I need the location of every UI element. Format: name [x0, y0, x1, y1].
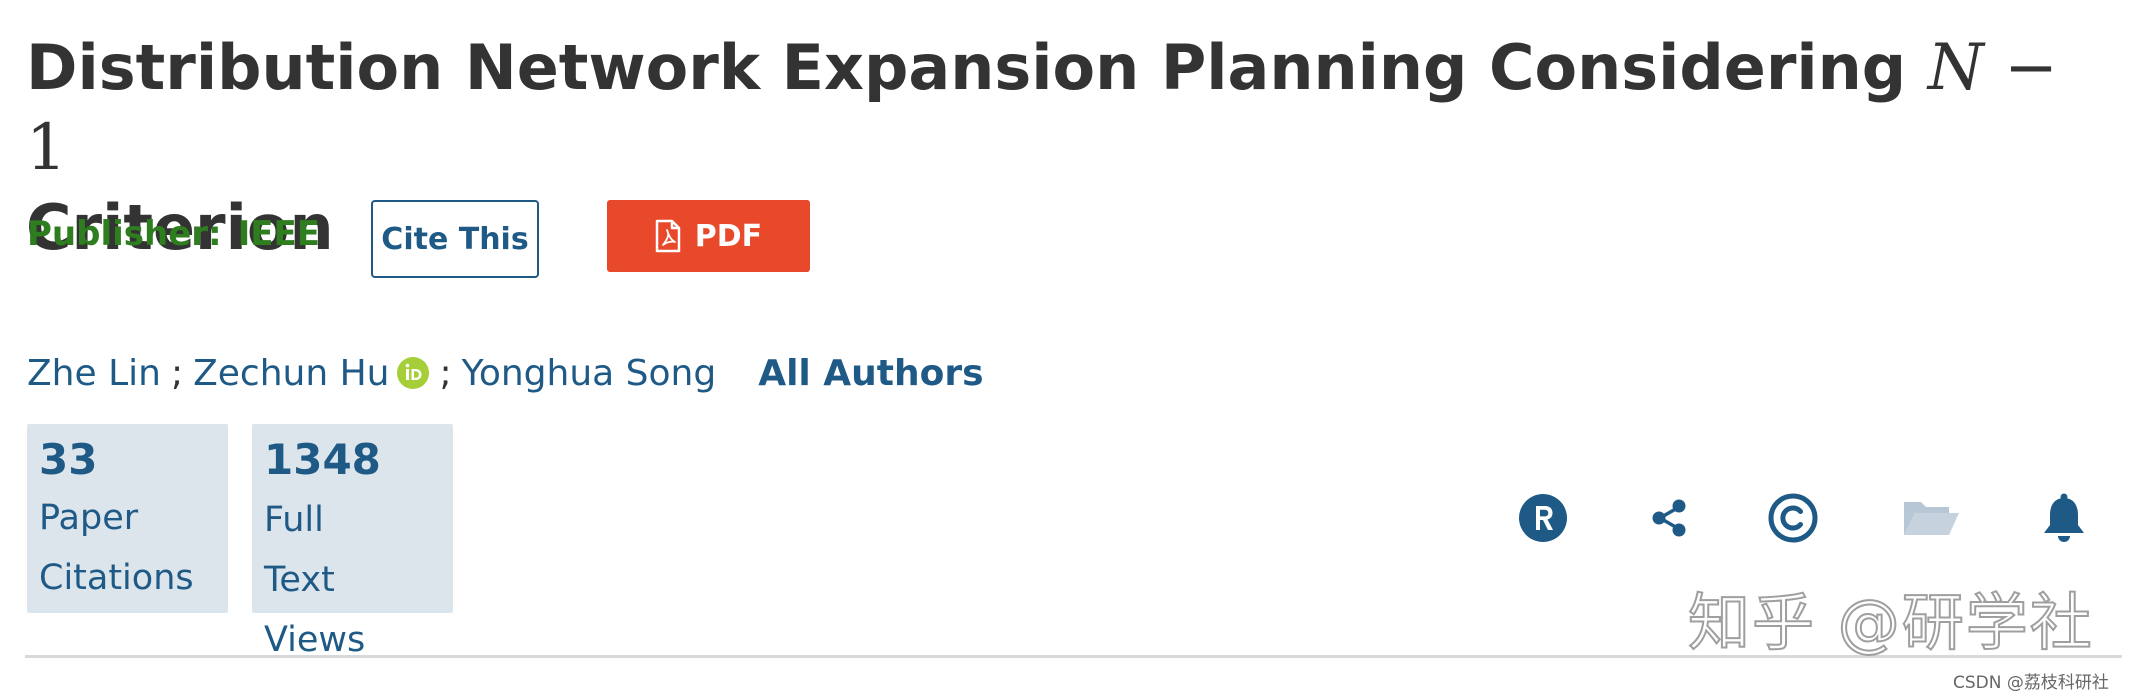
views-count: 1348 — [264, 435, 381, 484]
full-text-views-metric[interactable]: 1348 Full Text Views — [252, 424, 453, 660]
author-link-zechun-hu[interactable]: Zechun Hu — [193, 348, 389, 400]
pdf-button[interactable]: PDF — [607, 200, 810, 272]
author-separator: ; — [170, 353, 184, 394]
folder-icon[interactable] — [1899, 488, 1963, 548]
citations-count: 33 — [39, 435, 98, 484]
author-link-zhe-lin[interactable]: Zhe Lin — [27, 348, 161, 400]
paper-citations-metric[interactable]: 33 Paper Citations — [27, 424, 228, 613]
views-label-line3: Views — [264, 620, 366, 660]
watermark-text: 知乎 @研学社 — [1687, 585, 2094, 660]
title-text: Distribution Network Expansion Planning … — [26, 31, 1928, 104]
pdf-file-icon — [655, 219, 681, 253]
views-label-line1: Full — [264, 500, 324, 540]
copyright-icon[interactable] — [1763, 488, 1823, 548]
title-math-variable: N — [1927, 31, 1984, 105]
author-link-yonghua-song[interactable]: Yonghua Song — [462, 348, 717, 400]
orcid-icon[interactable] — [397, 352, 430, 389]
rights-permissions-icon[interactable] — [1513, 488, 1573, 548]
publisher-line: Publisher: IEEE — [27, 214, 320, 254]
share-icon[interactable] — [1639, 488, 1699, 548]
publisher-name: IEEE — [237, 214, 320, 254]
document-title: Distribution Network Expansion Planning … — [26, 28, 2086, 268]
citations-label-line1: Paper — [39, 498, 139, 538]
cite-this-button[interactable]: Cite This — [371, 200, 539, 278]
all-authors-link[interactable]: All Authors — [758, 348, 983, 400]
publisher-label: Publisher: — [27, 214, 222, 254]
citations-label-line2: Citations — [39, 558, 194, 598]
cite-this-label: Cite This — [381, 221, 529, 257]
author-separator: ; — [439, 353, 452, 394]
authors-line: Zhe Lin ; Zechun Hu ; Yonghua Song All A… — [27, 348, 984, 400]
pdf-label: PDF — [694, 218, 763, 254]
watermark-credit: CSDN @荔枝科研社 — [1953, 673, 2109, 693]
views-label-line2: Text — [264, 560, 335, 600]
bell-icon[interactable] — [2034, 488, 2094, 548]
